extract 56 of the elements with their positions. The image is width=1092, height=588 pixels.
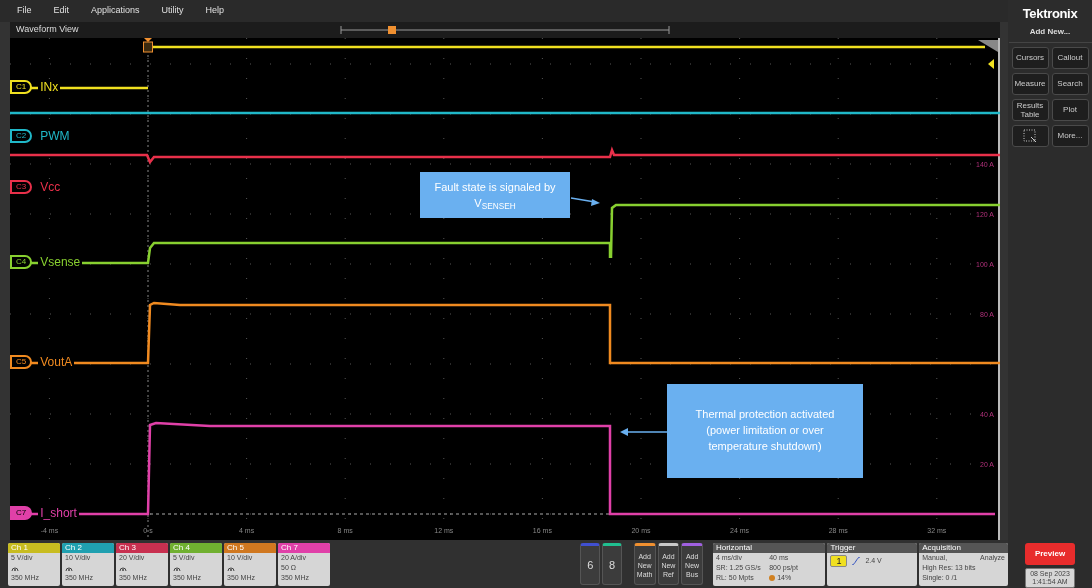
timeline-overview-icon[interactable] bbox=[340, 25, 670, 35]
channel-button[interactable]: 8 bbox=[602, 543, 622, 585]
panel-heading: Acquisition bbox=[919, 543, 1008, 553]
menu-item[interactable]: Utility bbox=[161, 4, 184, 18]
probe-icon bbox=[173, 564, 181, 572]
channel-tag[interactable]: C4 bbox=[10, 255, 33, 269]
panel-heading: Add New... bbox=[1029, 25, 1071, 38]
panel-button[interactable]: Search bbox=[1051, 72, 1089, 95]
brand-logo: Tektronix bbox=[1022, 5, 1078, 23]
channel-badge-title: Ch 1 bbox=[8, 543, 60, 553]
probe-icon bbox=[227, 564, 235, 572]
panel-button[interactable]: Results Table bbox=[1011, 98, 1049, 121]
channel-tag[interactable]: C7 bbox=[10, 506, 33, 520]
channel-badge-title: Ch 2 bbox=[62, 543, 114, 553]
dotted-frame-icon bbox=[1023, 128, 1037, 143]
preview-button[interactable]: Preview bbox=[1025, 543, 1075, 565]
probe-icon bbox=[65, 564, 73, 572]
menu-item[interactable]: File bbox=[17, 4, 32, 18]
panel-button[interactable]: Plot bbox=[1051, 98, 1089, 121]
channel-badge-title: Ch 7 bbox=[278, 543, 330, 553]
callout-note: Thermal protection activated (power limitation or over temperature shutdown) bbox=[667, 384, 863, 478]
probe-icon bbox=[119, 564, 127, 572]
channel-tag[interactable]: C3 bbox=[10, 180, 33, 194]
channel-label: INx bbox=[38, 80, 61, 94]
panel-button[interactable]: Measure bbox=[1011, 72, 1049, 95]
trigger-source-tag: 1 bbox=[830, 555, 848, 567]
panel-button[interactable]: Callout bbox=[1051, 46, 1089, 69]
trigger-marker-icon[interactable] bbox=[143, 38, 153, 53]
probe-icon bbox=[11, 564, 19, 572]
reference-level-icon[interactable] bbox=[978, 40, 998, 69]
panel-button[interactable]: More... bbox=[1051, 124, 1089, 147]
channel-label: I_short bbox=[38, 506, 79, 520]
channel-badge-title: Ch 3 bbox=[116, 543, 168, 553]
panel-heading: Horizontal bbox=[712, 543, 826, 553]
rising-edge-icon bbox=[852, 557, 861, 565]
callout-arrow bbox=[620, 428, 668, 436]
menu-item[interactable]: Edit bbox=[53, 4, 70, 18]
channel-badge-title: Ch 4 bbox=[170, 543, 222, 553]
menu-item[interactable]: Applications bbox=[91, 4, 140, 18]
channel-tag[interactable]: C2 bbox=[10, 129, 33, 143]
channel-label: Vcc bbox=[38, 180, 63, 194]
panel-button[interactable]: Cursors bbox=[1011, 46, 1049, 69]
panel-title: Waveform View bbox=[15, 23, 79, 37]
channel-tag[interactable]: C1 bbox=[10, 80, 33, 94]
channel-badge-title: Ch 5 bbox=[224, 543, 276, 553]
panel-heading: Trigger bbox=[827, 543, 918, 553]
warning-icon bbox=[769, 575, 776, 581]
channel-label: PWM bbox=[38, 129, 72, 143]
callout-arrow bbox=[570, 197, 600, 206]
add-icon-button[interactable] bbox=[1011, 124, 1049, 147]
menu-item[interactable]: Help bbox=[205, 4, 225, 18]
channel-tag[interactable]: C5 bbox=[10, 355, 33, 369]
channel-label: VoutA bbox=[38, 355, 75, 369]
callout-note: Fault state is signaled by V$_{SENSEH}$ bbox=[420, 172, 570, 218]
channel-label: Vsense bbox=[38, 255, 83, 269]
channel-button[interactable]: 6 bbox=[580, 543, 601, 585]
